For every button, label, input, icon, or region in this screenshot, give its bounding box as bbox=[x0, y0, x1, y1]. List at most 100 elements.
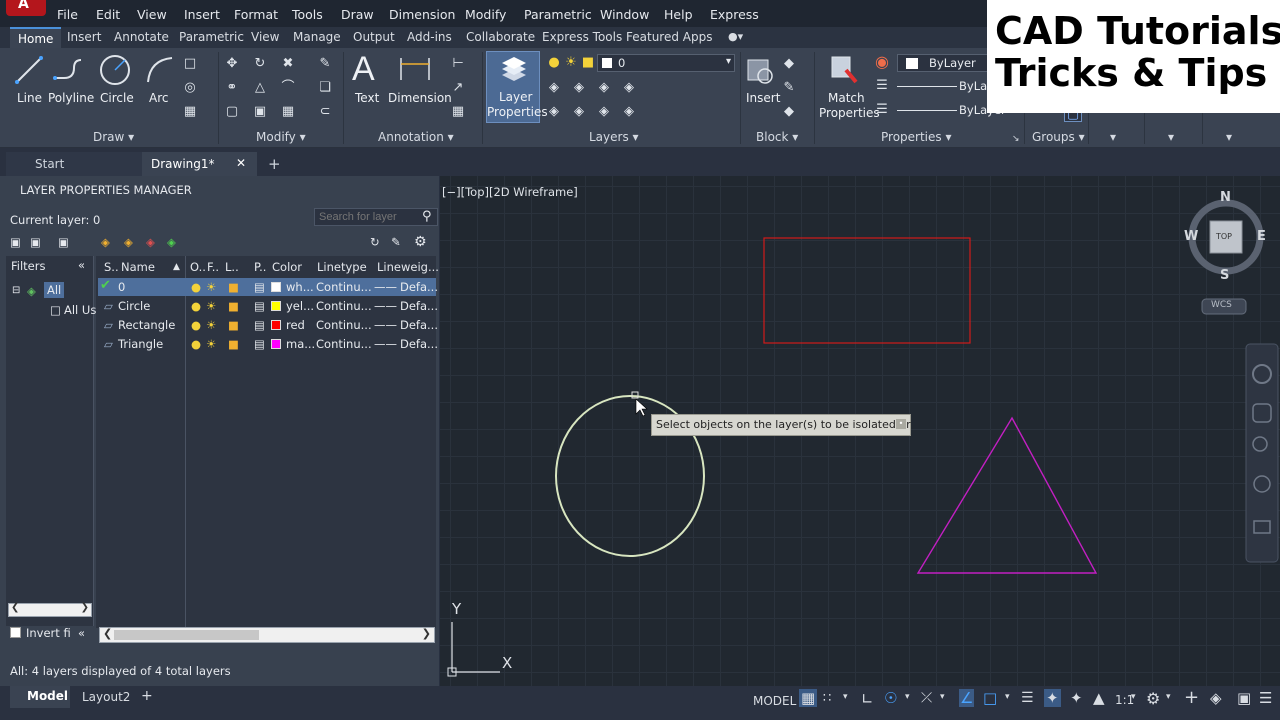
viewcube-north[interactable]: N bbox=[1220, 190, 1231, 205]
search-icon[interactable]: ⚲ bbox=[422, 209, 432, 224]
modify-panel-title[interactable]: Modify ▾ bbox=[256, 130, 306, 144]
chevron-down-icon[interactable]: ▾ bbox=[905, 692, 910, 702]
column-on[interactable]: O.. bbox=[190, 260, 206, 274]
navigation-bar[interactable] bbox=[1245, 343, 1279, 563]
ortho-icon[interactable]: ∟ bbox=[861, 690, 874, 708]
arc-button[interactable]: Arc bbox=[149, 91, 168, 105]
menu-view[interactable]: View bbox=[137, 7, 167, 22]
model-tab[interactable]: Model bbox=[10, 686, 70, 708]
properties-launcher-icon[interactable]: ↘ bbox=[1012, 134, 1020, 144]
linetype-value[interactable]: Continu... bbox=[316, 318, 372, 332]
ribbon-options-icon[interactable]: ●▾ bbox=[728, 30, 743, 43]
lineweight-value[interactable]: Defa... bbox=[400, 318, 438, 332]
lineweight-value[interactable]: Defa... bbox=[400, 280, 438, 294]
chevron-down-icon[interactable]: ▾ bbox=[843, 692, 848, 702]
layer-row-triangle[interactable]: ▱ Triangle ● ☀ ■ ▤ ma... Continu... —— D… bbox=[98, 335, 438, 353]
layer-lock-icon[interactable]: ■ bbox=[579, 55, 597, 71]
draw-panel-title[interactable]: Draw ▾ bbox=[93, 130, 134, 144]
linetype-value[interactable]: Continu... bbox=[316, 337, 372, 351]
insert-button[interactable]: Insert bbox=[746, 91, 780, 105]
copy-icon[interactable]: ⚭ bbox=[223, 80, 241, 96]
color-wheel-icon[interactable]: ◉ bbox=[873, 54, 891, 70]
drawing-tab[interactable]: Drawing1* ✕ bbox=[142, 152, 257, 176]
viewcube-east[interactable]: E bbox=[1257, 229, 1266, 244]
color-swatch[interactable] bbox=[271, 320, 281, 330]
bulb-icon[interactable]: ● bbox=[191, 299, 201, 313]
column-name[interactable]: Name bbox=[121, 260, 155, 274]
rotate-icon[interactable]: ↻ bbox=[251, 56, 269, 72]
sun-icon[interactable]: ☀ bbox=[206, 280, 216, 294]
layer-isolate-icon[interactable]: ◈ bbox=[595, 80, 613, 96]
new-layer-icon[interactable]: ◈ bbox=[101, 235, 110, 249]
layer-lock-tool-icon[interactable]: ◈ bbox=[595, 104, 613, 120]
block-panel-title[interactable]: Block ▾ bbox=[756, 130, 798, 144]
object-snap-tracking-icon[interactable]: ∠ bbox=[959, 689, 975, 707]
object-snap-icon[interactable]: □ bbox=[983, 689, 997, 707]
fullscreen-icon[interactable]: ▣ bbox=[1237, 689, 1251, 707]
gear-icon[interactable]: ⚙ bbox=[1146, 689, 1160, 708]
invert-filter-checkbox[interactable] bbox=[10, 627, 21, 638]
search-layer-input[interactable] bbox=[314, 208, 438, 226]
move-icon[interactable]: ✥ bbox=[223, 56, 241, 72]
match-properties-label-1[interactable]: Match bbox=[828, 91, 865, 105]
menu-edit[interactable]: Edit bbox=[96, 7, 120, 22]
polar-tracking-icon[interactable]: ☉ bbox=[884, 689, 897, 707]
bulb-icon[interactable]: ● bbox=[191, 280, 201, 294]
unlock-icon[interactable]: ■ bbox=[228, 318, 239, 332]
mirror-icon[interactable]: △ bbox=[251, 80, 269, 96]
polyline-icon[interactable] bbox=[52, 56, 84, 84]
chevron-down-icon[interactable]: ▾ bbox=[940, 692, 945, 702]
tab-featured-apps[interactable]: Featured Apps bbox=[626, 30, 712, 44]
plus-icon[interactable]: + bbox=[1184, 687, 1199, 708]
scroll-left-icon[interactable]: ❮ bbox=[103, 627, 112, 640]
tab-annotate[interactable]: Annotate bbox=[114, 30, 169, 44]
menu-express[interactable]: Express bbox=[710, 7, 759, 22]
sun-icon[interactable]: ☀ bbox=[206, 337, 216, 351]
unlock-icon[interactable]: ■ bbox=[228, 280, 239, 294]
tab-add-ins[interactable]: Add-ins bbox=[407, 30, 452, 44]
tab-parametric[interactable]: Parametric bbox=[179, 30, 244, 44]
model-space-toggle[interactable]: MODEL bbox=[753, 694, 796, 708]
layer-make-current-icon[interactable]: ◈ bbox=[620, 104, 638, 120]
layer-match-icon[interactable]: ◈ bbox=[545, 80, 563, 96]
layer-previous-icon[interactable]: ◈ bbox=[570, 80, 588, 96]
layer-row-circle[interactable]: ▱ Circle ● ☀ ■ ▤ yel... Continu... —— De… bbox=[98, 297, 438, 315]
tab-collaborate[interactable]: Collaborate bbox=[466, 30, 535, 44]
new-layout-button[interactable]: + bbox=[141, 688, 153, 704]
layer-freeze-icon[interactable]: ☀ bbox=[562, 55, 580, 71]
menu-modify[interactable]: Modify bbox=[465, 7, 506, 22]
scroll-right-icon[interactable]: ❯ bbox=[81, 602, 89, 613]
linear-dimension-icon[interactable]: ⊢ bbox=[449, 56, 467, 72]
layer-row-0[interactable]: ✔ 0 ● ☀ ■ ▤ wh... Continu... —— Defa... bbox=[98, 278, 438, 296]
arc-icon[interactable] bbox=[144, 54, 176, 86]
bulb-icon[interactable]: ● bbox=[191, 318, 201, 332]
create-block-icon[interactable]: ◆ bbox=[780, 56, 798, 72]
tab-output[interactable]: Output bbox=[353, 30, 395, 44]
column-color[interactable]: Color bbox=[272, 260, 302, 274]
fillet-icon[interactable]: ⌒ bbox=[279, 80, 297, 96]
column-freeze[interactable]: F.. bbox=[207, 260, 219, 274]
explode-icon[interactable]: ❏ bbox=[316, 80, 334, 96]
chevron-down-icon[interactable]: ▾ bbox=[1131, 692, 1136, 702]
color-name[interactable]: red bbox=[286, 318, 305, 332]
app-logo-button[interactable]: A bbox=[6, 0, 46, 16]
color-swatch[interactable] bbox=[271, 339, 281, 349]
layer-properties-button[interactable]: Layer Properties bbox=[486, 51, 548, 123]
circle-icon[interactable] bbox=[98, 53, 132, 87]
chevron-down-icon[interactable]: ▾ bbox=[1166, 692, 1171, 702]
tab-home[interactable]: Home bbox=[10, 27, 62, 48]
menu-file[interactable]: File bbox=[57, 7, 78, 22]
viewcube-south[interactable]: S bbox=[1220, 268, 1229, 283]
line-button[interactable]: Line bbox=[17, 91, 42, 105]
match-properties-icon[interactable] bbox=[828, 54, 860, 86]
new-layer-vp-frozen-icon[interactable]: ◈ bbox=[124, 235, 133, 249]
start-tab[interactable]: Start bbox=[6, 152, 142, 176]
trim-icon[interactable]: ✖ bbox=[279, 56, 297, 72]
insert-block-icon[interactable] bbox=[745, 54, 775, 86]
sun-icon[interactable]: ☀ bbox=[206, 299, 216, 313]
color-swatch[interactable] bbox=[271, 301, 281, 311]
linetype-value[interactable]: Continu... bbox=[316, 280, 372, 294]
color-name[interactable]: wh... bbox=[286, 280, 314, 294]
gear-icon[interactable]: ⚙ bbox=[414, 234, 427, 250]
color-swatch[interactable] bbox=[271, 282, 281, 292]
